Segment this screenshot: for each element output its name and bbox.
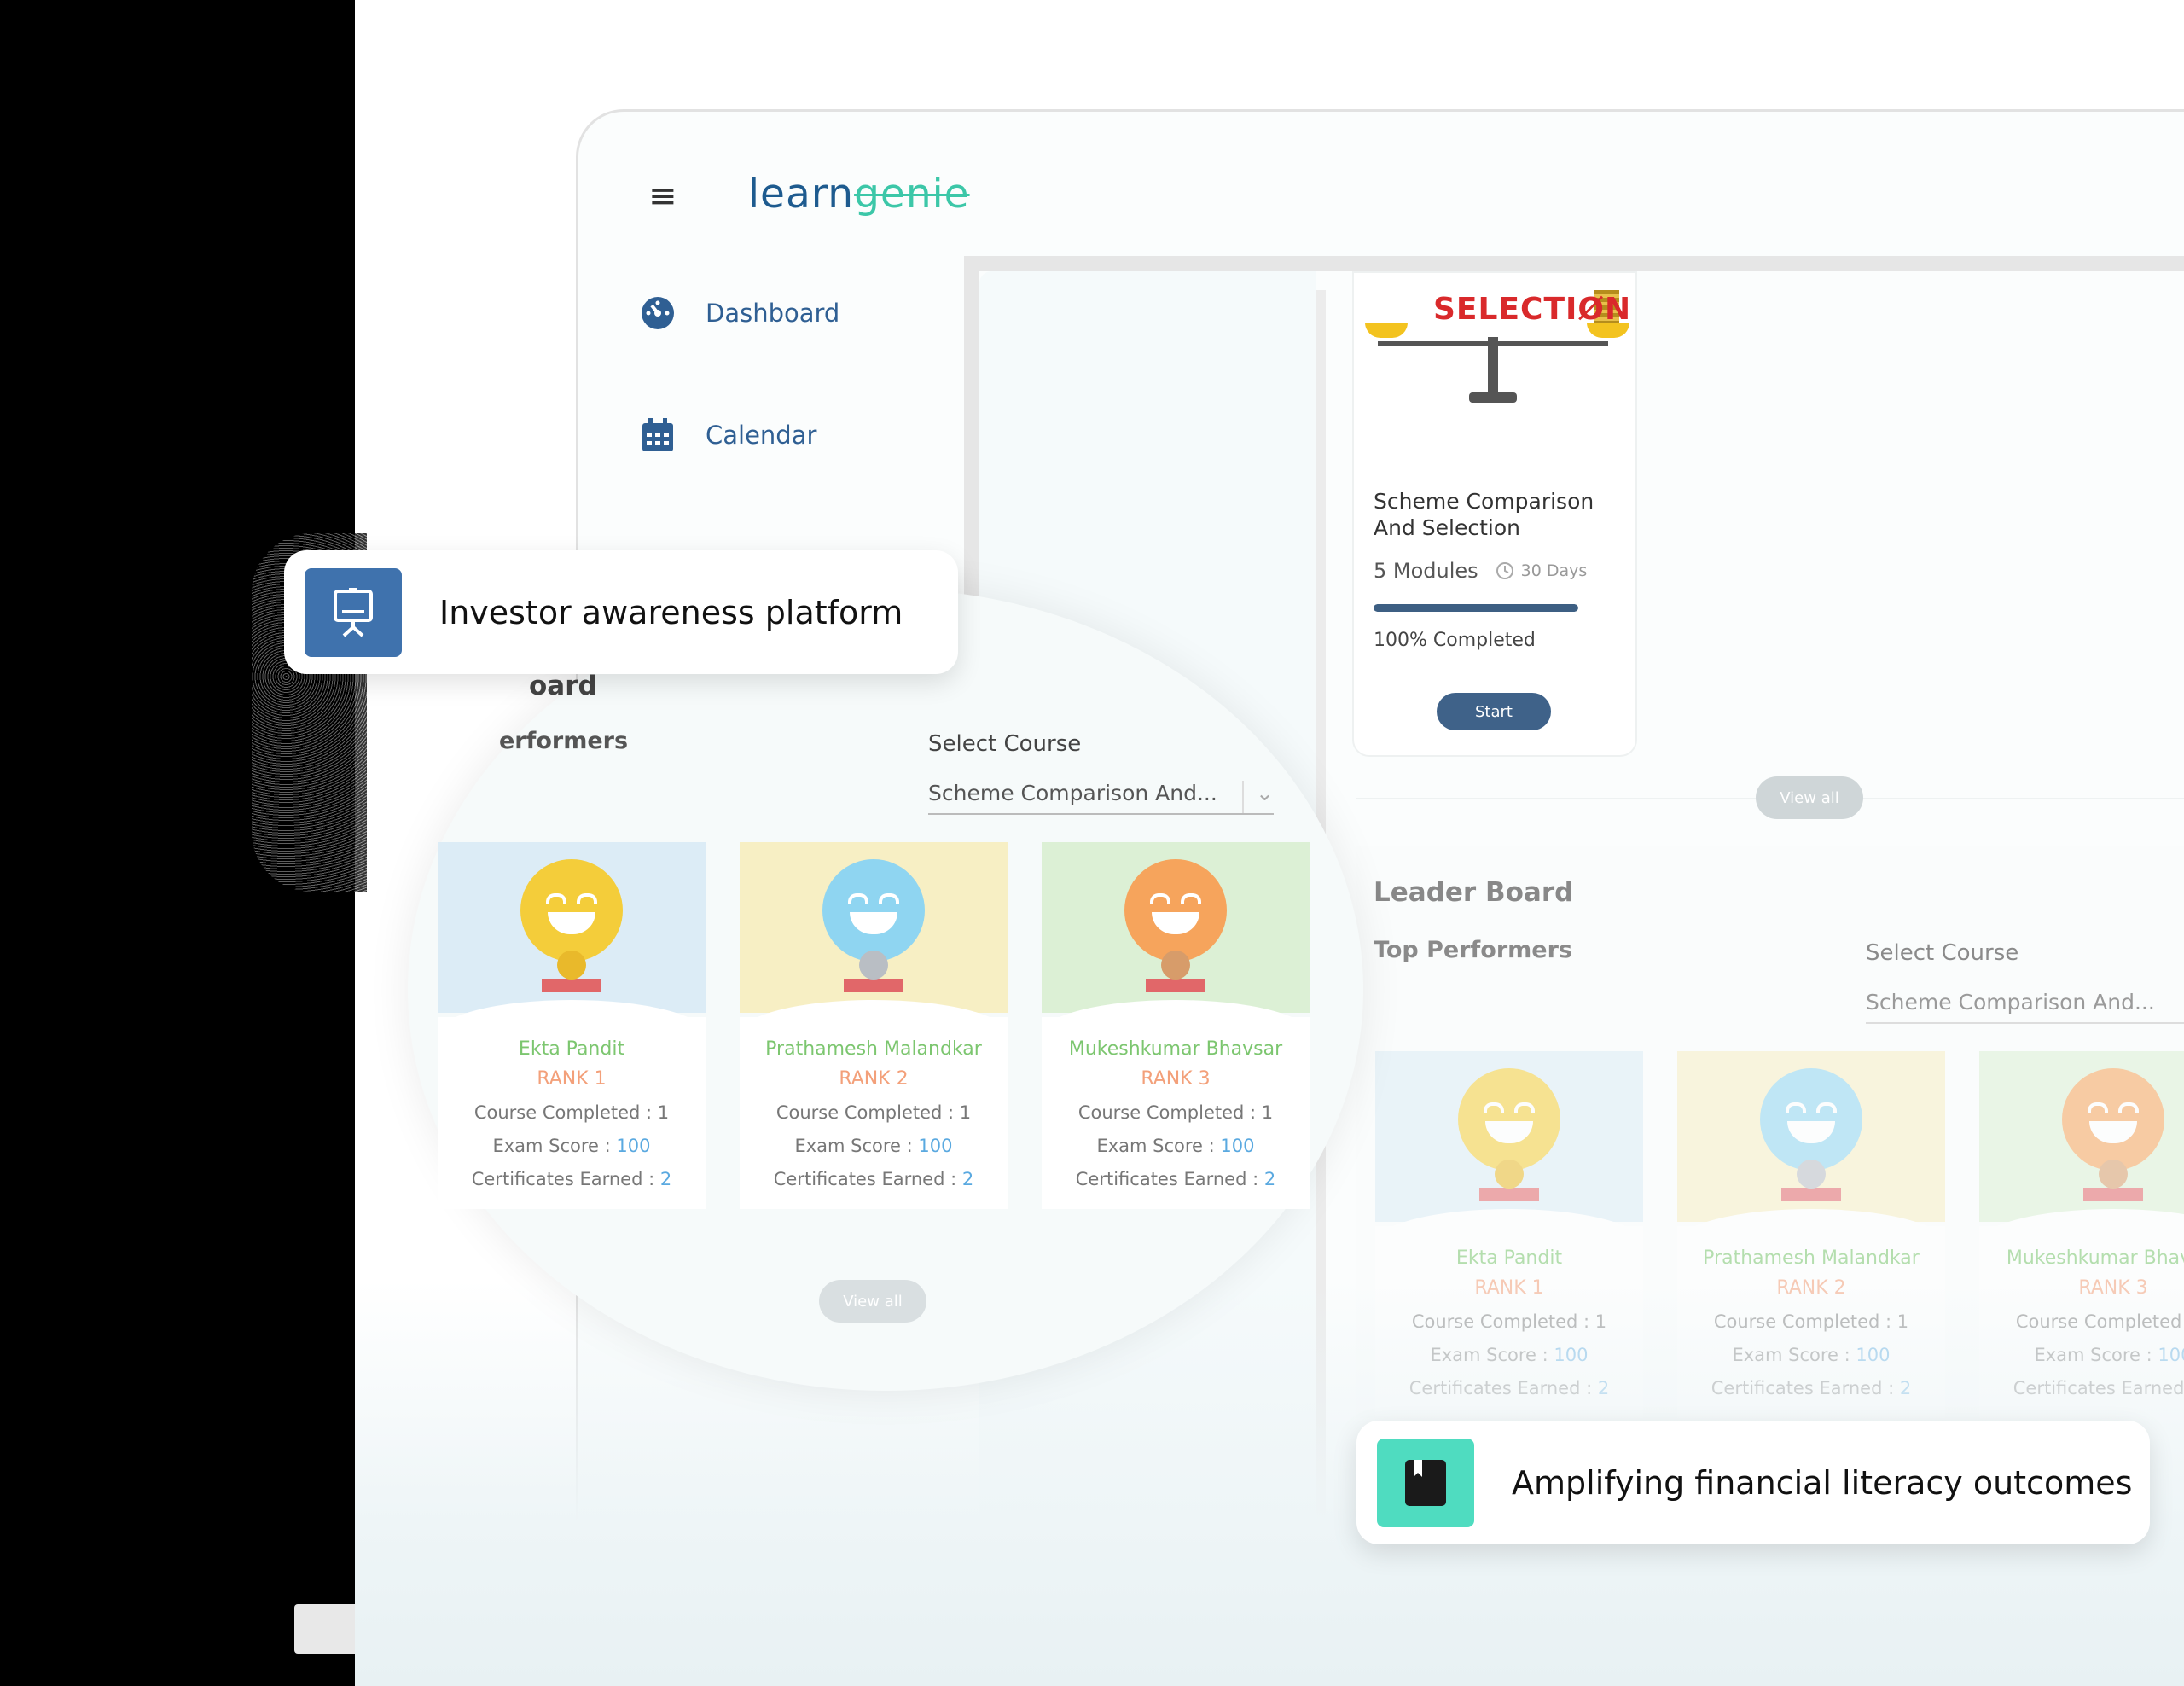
magnified-select-course-label: Select Course bbox=[928, 731, 1082, 757]
medal-icon bbox=[2099, 1160, 2128, 1189]
medal-icon bbox=[557, 951, 586, 980]
sidebar-item-calendar[interactable]: Calendar bbox=[640, 414, 816, 456]
course-duration: 30 Days bbox=[1496, 561, 1588, 580]
performer-card: Prathamesh Malandkar RANK 2 Course Complet… bbox=[740, 842, 1008, 1209]
app-logo[interactable]: learngenie bbox=[748, 171, 970, 218]
smiley-face-icon bbox=[2062, 1068, 2164, 1171]
performer-exam-score: Exam Score : 100 bbox=[492, 1136, 651, 1156]
medal-ribbon bbox=[1781, 1188, 1841, 1201]
courses-view-all-button[interactable]: View all bbox=[1756, 776, 1863, 819]
performer-card: Ekta Pandit RANK 1 Course Completed : 1 Exa… bbox=[438, 842, 706, 1209]
dashboard-gauge-icon bbox=[640, 295, 676, 331]
performer-courses: Course Completed : 1 bbox=[1077, 1102, 1274, 1123]
clock-icon bbox=[1496, 562, 1513, 579]
start-button[interactable]: Start bbox=[1437, 693, 1551, 730]
performer-certificates: Certificates Earned : 2 bbox=[471, 1169, 672, 1189]
hamburger-icon[interactable]: ≡ bbox=[648, 179, 677, 213]
smiley-face-icon bbox=[520, 859, 623, 962]
performer-certificates: Certificates Earned : 2 bbox=[1075, 1169, 1276, 1189]
smiley-face-icon bbox=[1760, 1068, 1862, 1171]
logo-text-genie: genie bbox=[854, 171, 970, 218]
leaderboard-subtitle: Top Performers bbox=[1374, 937, 1572, 963]
book-icon bbox=[1377, 1438, 1474, 1527]
medal-ribbon bbox=[542, 979, 601, 992]
performer-card: Mukeshkumar Bhavsar RANK 3 Course Complete… bbox=[1042, 842, 1310, 1209]
performer-courses: Course Completed : 1 bbox=[775, 1102, 972, 1123]
medal-icon bbox=[1161, 951, 1190, 980]
performer-exam-score: Exam Score : 100 bbox=[794, 1136, 953, 1156]
callout-financial-literacy: Amplifying financial literacy outcomes bbox=[1356, 1421, 2150, 1544]
course-progress-fill bbox=[1374, 604, 1578, 612]
course-progress-bar bbox=[1374, 604, 1578, 612]
select-course-label: Select Course bbox=[1866, 940, 2019, 966]
medal-ribbon bbox=[2083, 1188, 2143, 1201]
course-meta: 5 Modules 30 Days bbox=[1374, 559, 1587, 583]
performer-courses: Course Completed : 1 bbox=[473, 1102, 670, 1123]
leaderboard-view-all-button[interactable]: View all bbox=[819, 1280, 926, 1323]
medal-icon bbox=[1495, 1160, 1524, 1189]
magnified-select-course-dropdown[interactable]: Scheme Comparison And... ⌄ bbox=[928, 781, 1274, 815]
leaderboard-title: Leader Board bbox=[1374, 877, 1574, 908]
calendar-icon bbox=[640, 417, 676, 453]
magnified-leaderboard-title: oard bbox=[529, 671, 597, 701]
scale-base bbox=[1469, 392, 1517, 403]
magnified-select-course-value: Scheme Comparison And... bbox=[928, 781, 1217, 805]
sidebar-item-dashboard[interactable]: Dashboard bbox=[640, 292, 839, 334]
performer-name: Mukeshkumar Bhavsar bbox=[2006, 1247, 2184, 1269]
medal-icon bbox=[859, 951, 888, 980]
content-left-border bbox=[964, 256, 979, 597]
course-days: 30 Days bbox=[1520, 561, 1588, 580]
select-course-dropdown[interactable]: Scheme Comparison And... bbox=[1866, 990, 2184, 1024]
medal-ribbon bbox=[1479, 1188, 1539, 1201]
course-modules: 5 Modules bbox=[1374, 559, 1478, 583]
magnified-leaderboard-subtitle: erformers bbox=[499, 728, 629, 754]
decorative-strip bbox=[294, 1604, 363, 1654]
course-progress-text: 100% Completed bbox=[1374, 630, 1536, 651]
performer-rank: RANK 1 bbox=[537, 1068, 607, 1090]
performer-certificates: Certificates Earned : 2 bbox=[773, 1169, 974, 1189]
performer-name: Ekta Pandit bbox=[518, 1038, 625, 1060]
medal-ribbon bbox=[1146, 979, 1205, 992]
callout-text: Amplifying financial literacy outcomes bbox=[1512, 1463, 2133, 1502]
select-course-value: Scheme Comparison And... bbox=[1866, 990, 2155, 1015]
presentation-board-icon bbox=[305, 567, 402, 657]
sidebar-item-label: Dashboard bbox=[706, 299, 840, 328]
scale-post bbox=[1488, 337, 1498, 397]
chevron-down-icon: ⌄ bbox=[1242, 781, 1274, 813]
medal-ribbon bbox=[844, 979, 903, 992]
performer-name: Prathamesh Malandkar bbox=[765, 1038, 982, 1060]
performer-name: Mukeshkumar Bhavsar bbox=[1068, 1038, 1283, 1060]
course-image-title: SELECTIØN bbox=[1433, 292, 1632, 327]
smiley-face-icon bbox=[1458, 1068, 1560, 1171]
smiley-face-icon bbox=[1124, 859, 1227, 962]
sidebar-item-label: Calendar bbox=[706, 421, 817, 450]
performer-rank: RANK 2 bbox=[839, 1068, 909, 1090]
content-top-border bbox=[964, 256, 2184, 271]
smiley-face-icon bbox=[822, 859, 925, 962]
callout-investor-awareness: Investor awareness platform bbox=[284, 550, 958, 674]
callout-text: Investor awareness platform bbox=[439, 593, 903, 631]
performer-rank: RANK 3 bbox=[1141, 1068, 1211, 1090]
logo-text-learn: learn bbox=[748, 171, 855, 218]
course-title: Scheme Comparison And Selection bbox=[1374, 489, 1594, 540]
performer-name: Prathamesh Malandkar bbox=[1703, 1247, 1920, 1269]
performer-name: Ekta Pandit bbox=[1455, 1247, 1563, 1269]
medal-icon bbox=[1797, 1160, 1826, 1189]
performer-exam-score: Exam Score : 100 bbox=[1096, 1136, 1255, 1156]
